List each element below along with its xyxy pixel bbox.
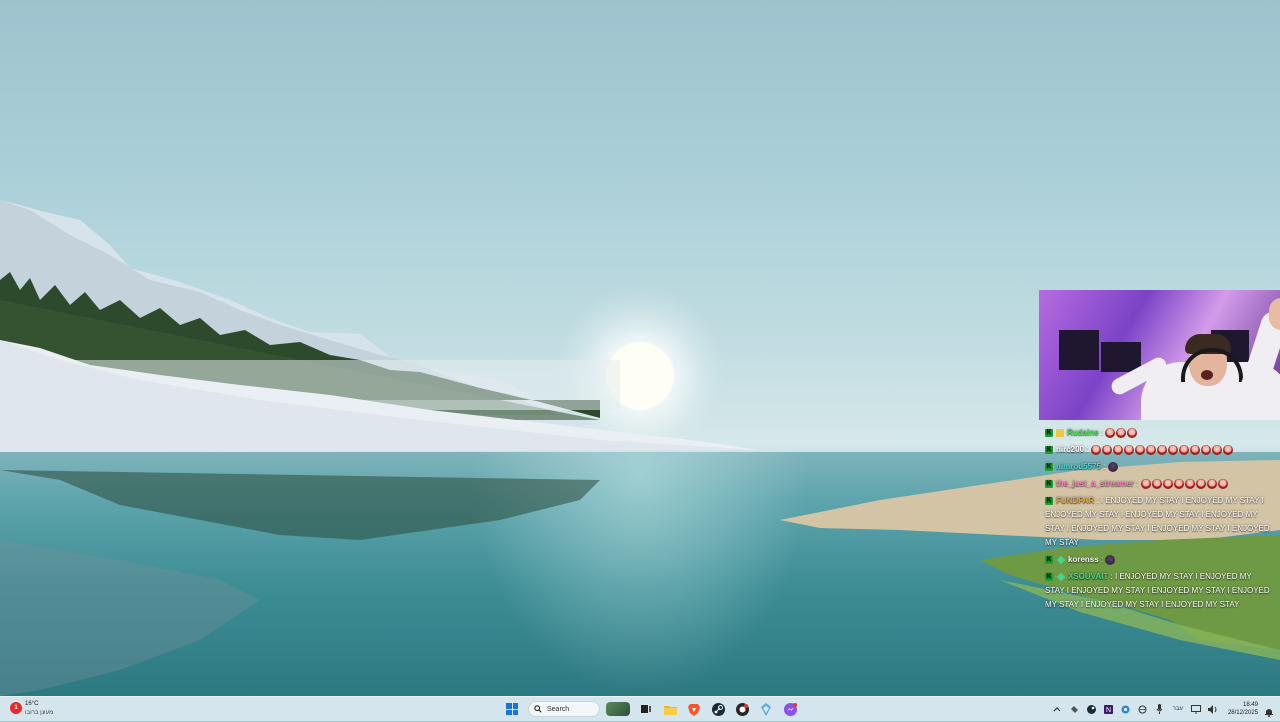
monitor-icon[interactable]: [1191, 704, 1202, 715]
brave-browser-icon: [688, 703, 700, 716]
chat-emote-icon: [1090, 444, 1101, 455]
wifi-icon[interactable]: [1137, 704, 1148, 715]
webcam-feed: [1039, 290, 1280, 420]
search-placeholder: Search: [547, 705, 570, 713]
clock-time: 18:49: [1242, 702, 1258, 708]
search-icon: [534, 705, 542, 713]
chat-emote-icon: [1145, 444, 1156, 455]
chat-emote-icon: [1105, 554, 1116, 565]
taskbar-pinned-apps: Search: [500, 697, 802, 721]
notification-bell-icon[interactable]: [1264, 704, 1274, 717]
news-widget-icon[interactable]: [606, 702, 630, 716]
windows-logo-icon: [506, 703, 518, 715]
chat-emote-icon: [1107, 461, 1118, 472]
weather-alert-icon: 1: [10, 702, 22, 714]
subscriber-badge-icon: [1056, 555, 1066, 565]
notion-icon[interactable]: N: [1103, 704, 1114, 715]
kick-badge-icon: K: [1045, 496, 1053, 505]
kick-badge-icon: K: [1045, 572, 1053, 581]
stream-chat-overlay: K Rudaine : Knirc200 : Knimrod5575 : Kthe…: [1045, 426, 1270, 615]
kick-badge-icon: K: [1045, 555, 1053, 564]
streamer-hand: [1269, 298, 1280, 330]
chat-message: Kkorenss :: [1045, 553, 1270, 567]
show-hidden-icons-chevron[interactable]: [1052, 704, 1063, 715]
file-explorer-icon: [663, 705, 677, 715]
kick-badge-icon: K: [1045, 479, 1053, 488]
chat-message: Kthe_just_a_streamer :: [1045, 477, 1270, 491]
messenger-icon: [783, 702, 797, 716]
clock-date: 28/12/2025: [1227, 710, 1258, 716]
taskbar: 1 16°C מעונן ברובו Search N עבר 18:49 28…: [0, 696, 1280, 721]
gift-badge-icon: [1056, 428, 1064, 437]
microphone-icon[interactable]: [1154, 704, 1165, 715]
obs-studio-icon: [735, 702, 749, 716]
chat-username: the_just_a_streamer: [1056, 479, 1134, 488]
chat-emote-icon: [1127, 427, 1138, 438]
steam-button[interactable]: [707, 698, 729, 720]
acoustic-panel: [1059, 330, 1099, 370]
chat-emote-icon: [1105, 427, 1116, 438]
chat-emote-icon: [1151, 478, 1162, 489]
steam-tray-icon[interactable]: [1086, 704, 1097, 715]
chat-emote-icon: [1140, 478, 1151, 489]
chat-username: Rudaine: [1067, 428, 1099, 437]
app-icon: [761, 702, 771, 716]
chat-emote-icon: [1156, 444, 1167, 455]
kick-badge-icon: K: [1045, 428, 1053, 437]
weather-description: מעונן ברובו: [25, 710, 54, 716]
start-button[interactable]: [501, 698, 523, 720]
svg-text:N: N: [1106, 707, 1111, 714]
chat-emote-icon: [1189, 444, 1200, 455]
chat-message: K XSOUVAIT : I ENJOYED MY STAY I ENJOYED …: [1045, 572, 1270, 609]
chat-emote-icon: [1206, 478, 1217, 489]
messenger-button[interactable]: [779, 698, 801, 720]
chat-emote-icon: [1184, 478, 1195, 489]
chat-message: K FUNDFAR : I ENJOYED MY STAY I ENJOYED M…: [1045, 496, 1270, 547]
chat-emote-icon: [1167, 444, 1178, 455]
chat-username: FUNDFAR: [1056, 496, 1095, 505]
file-explorer-button[interactable]: [659, 698, 681, 720]
chat-message: Knirc200 :: [1045, 443, 1270, 457]
chat-username: XSOUVAIT: [1068, 572, 1109, 581]
kick-badge-icon: K: [1045, 445, 1053, 454]
kick-badge-icon: K: [1045, 462, 1053, 471]
chat-emote-icon: [1211, 444, 1222, 455]
volume-icon[interactable]: [1208, 704, 1219, 715]
chat-username: nimrod5575: [1056, 462, 1101, 471]
chat-emote-icon: [1200, 444, 1211, 455]
streamer-mouth: [1201, 370, 1213, 380]
acoustic-panel: [1101, 342, 1141, 372]
chat-message: Knimrod5575 :: [1045, 460, 1270, 474]
steam-icon: [711, 702, 725, 716]
taskbar-search-box[interactable]: Search: [528, 701, 600, 717]
task-view-icon: [641, 705, 651, 713]
chat-emote-icon: [1123, 444, 1134, 455]
chat-emote-icon: [1195, 478, 1206, 489]
app-button[interactable]: [755, 698, 777, 720]
system-clock[interactable]: 18:49 28/12/2025: [1228, 701, 1258, 717]
system-tray: N עבר 18:49 28/12/2025: [1049, 697, 1280, 721]
chat-message: K Rudaine :: [1045, 426, 1270, 440]
subscriber-badge-icon: [1056, 572, 1066, 582]
obs-studio-button[interactable]: [731, 698, 753, 720]
chat-emote-icon: [1178, 444, 1189, 455]
tray-app-icon[interactable]: [1069, 704, 1080, 715]
chat-emote-icon: [1101, 444, 1112, 455]
chat-emote-icon: [1134, 444, 1145, 455]
chat-emote-icon: [1112, 444, 1123, 455]
chat-username: nirc200: [1056, 445, 1085, 454]
brave-browser-button[interactable]: [683, 698, 705, 720]
weather-temperature: 16°C: [25, 701, 39, 707]
chat-emote-icon: [1173, 478, 1184, 489]
chat-emote-icon: [1116, 427, 1127, 438]
tray-app-icon[interactable]: [1120, 704, 1131, 715]
task-view-button[interactable]: [635, 698, 657, 720]
chat-emote-icon: [1162, 478, 1173, 489]
chat-emote-icon: [1222, 444, 1233, 455]
chat-username: korenss: [1068, 555, 1099, 564]
chat-emote-icon: [1217, 478, 1228, 489]
input-language-indicator[interactable]: עבר: [1173, 706, 1183, 712]
